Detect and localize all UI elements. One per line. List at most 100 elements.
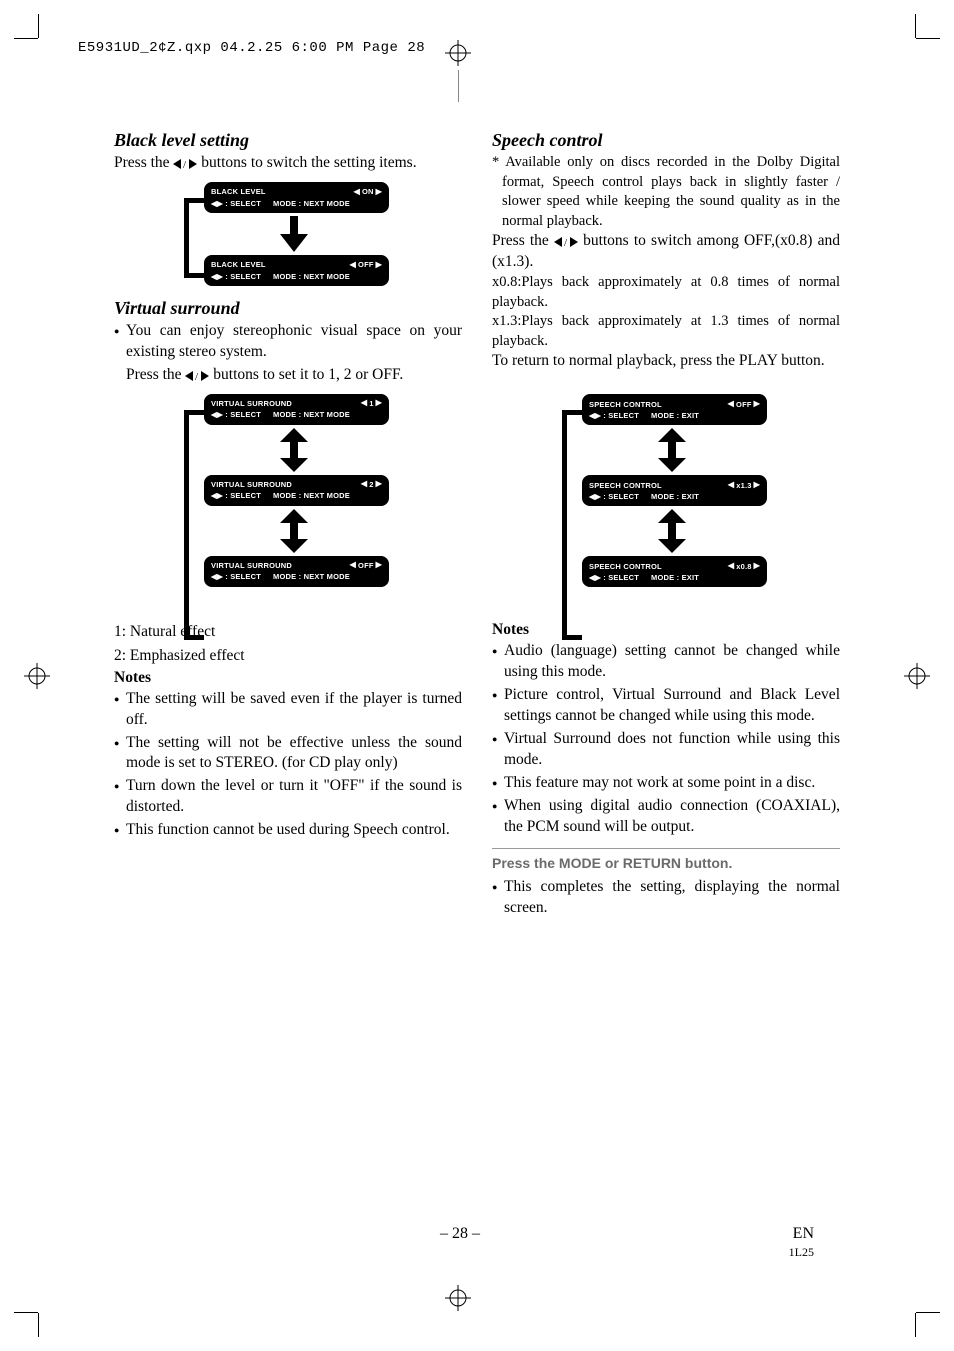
page-body: Black level setting Press the / buttons … (114, 130, 840, 921)
osd-value: 2 (369, 480, 373, 489)
svg-text:/: / (195, 371, 199, 381)
text: buttons to switch the setting items. (197, 154, 416, 171)
osd-virtual-surround-off: VIRTUAL SURROUND◀OFF▶ ◀▶ : SELECTMODE : … (204, 556, 389, 587)
page-number: – 28 – (440, 1225, 480, 1243)
arrow-up-down-icon (658, 509, 686, 553)
osd-hint: : SELECT (225, 572, 261, 581)
triangle-left-icon: ◀ (361, 399, 367, 407)
triangle-right-icon: ▶ (217, 572, 223, 581)
osd-speech-x08: SPEECH CONTROL◀x0.8▶ ◀▶ : SELECTMODE : E… (582, 556, 767, 587)
arrow-up-down-icon (658, 428, 686, 472)
print-header: E5931UD_2¢Z.qxp 04.2.25 6:00 PM Page 28 (78, 40, 425, 56)
triangle-left-icon: ◀ (728, 562, 734, 570)
left-right-arrow-icon: / (554, 237, 578, 247)
virtual-surround-notes: The setting will be saved even if the pl… (114, 689, 462, 841)
osd-hint: MODE : EXIT (651, 492, 699, 501)
osd-value: ON (362, 187, 374, 196)
heading-speech-control: Speech control (492, 130, 840, 151)
osd-title: SPEECH CONTROL (589, 400, 662, 409)
osd-hint: : SELECT (603, 573, 639, 582)
note-text: Audio (language) setting cannot be chang… (492, 641, 840, 683)
arrow-down-icon (280, 216, 308, 252)
osd-hint: : SELECT (225, 491, 261, 500)
osd-hint: MODE : EXIT (651, 573, 699, 582)
triangle-right-icon: ▶ (595, 411, 601, 420)
triangle-right-icon: ▶ (217, 491, 223, 500)
step-instruction: Press the MODE or RETURN button. (492, 855, 840, 871)
triangle-left-icon: ◀ (354, 188, 360, 196)
osd-title: VIRTUAL SURROUND (211, 399, 292, 408)
triangle-right-icon: ▶ (595, 492, 601, 501)
svg-text:/: / (564, 237, 568, 247)
page-code: 1L25 (789, 1245, 814, 1260)
text: Press the (126, 366, 185, 383)
page-language: EN (793, 1225, 814, 1243)
heading-black-level: Black level setting (114, 130, 462, 151)
right-column: Speech control * Available only on discs… (492, 130, 840, 921)
speech-x08-desc: x0.8:Plays back approximately at 0.8 tim… (492, 273, 840, 312)
speech-control-notes: Audio (language) setting cannot be chang… (492, 641, 840, 837)
osd-speech-x13: SPEECH CONTROL◀x1.3▶ ◀▶ : SELECTMODE : E… (582, 475, 767, 506)
crop-mark (38, 14, 39, 38)
note-text: The setting will not be effective unless… (114, 733, 462, 775)
registration-mark-icon (445, 40, 471, 66)
triangle-left-icon: ◀ (728, 481, 734, 489)
triangle-right-icon: ▶ (376, 480, 382, 488)
osd-virtual-surround-2: VIRTUAL SURROUND◀2▶ ◀▶ : SELECTMODE : NE… (204, 475, 389, 506)
speech-x13-desc: x1.3:Plays back approximately at 1.3 tim… (492, 312, 840, 351)
osd-hint: : SELECT (225, 199, 261, 208)
legend-1: 1: Natural effect (114, 623, 462, 641)
triangle-right-icon: ▶ (376, 561, 382, 569)
left-column: Black level setting Press the / buttons … (114, 130, 462, 921)
osd-value: OFF (358, 260, 374, 269)
osd-title: SPEECH CONTROL (589, 481, 662, 490)
fold-mark (458, 70, 459, 102)
text: Press the (492, 232, 554, 249)
osd-speech-off: SPEECH CONTROL◀OFF▶ ◀▶ : SELECTMODE : EX… (582, 394, 767, 425)
black-level-diagram: BLACK LEVEL◀ON▶ ◀▶ : SELECTMODE : NEXT M… (114, 174, 462, 298)
legend-2: 2: Emphasized effect (114, 647, 462, 665)
left-right-arrow-icon: / (185, 371, 209, 381)
triangle-right-icon: ▶ (217, 199, 223, 208)
osd-value: x1.3 (736, 481, 751, 490)
osd-hint: : SELECT (225, 272, 261, 281)
osd-title: VIRTUAL SURROUND (211, 480, 292, 489)
flow-loop-icon (562, 410, 582, 640)
crop-mark (14, 1312, 38, 1313)
separator (492, 848, 840, 850)
osd-value: OFF (358, 561, 374, 570)
virtual-surround-intro: You can enjoy stereophonic visual space … (114, 321, 462, 363)
triangle-right-icon: ▶ (217, 272, 223, 281)
crop-mark (915, 1313, 916, 1337)
osd-value: 1 (369, 399, 373, 408)
left-right-arrow-icon: / (173, 159, 197, 169)
osd-value: x0.8 (736, 562, 751, 571)
triangle-right-icon: ▶ (376, 261, 382, 269)
osd-hint: MODE : NEXT MODE (273, 199, 350, 208)
bullet-text: You can enjoy stereophonic visual space … (114, 321, 462, 363)
osd-hint: MODE : EXIT (651, 411, 699, 420)
note-text: Picture control, Virtual Surround and Bl… (492, 685, 840, 727)
osd-virtual-surround-1: VIRTUAL SURROUND◀1▶ ◀▶ : SELECTMODE : NE… (204, 394, 389, 425)
speech-return-desc: To return to normal playback, press the … (492, 351, 840, 372)
heading-virtual-surround: Virtual surround (114, 298, 462, 319)
osd-title: BLACK LEVEL (211, 187, 266, 196)
note-text: This completes the setting, displaying t… (492, 877, 840, 919)
crop-mark (14, 38, 38, 39)
crop-mark (915, 14, 916, 38)
triangle-right-icon: ▶ (376, 188, 382, 196)
flow-loop-icon (184, 198, 204, 278)
speech-control-instruction: Press the / buttons to switch among OFF,… (492, 231, 840, 273)
triangle-right-icon: ▶ (754, 400, 760, 408)
completion-note: This completes the setting, displaying t… (492, 877, 840, 919)
flow-loop-icon (184, 410, 204, 640)
registration-mark-icon (24, 663, 50, 689)
triangle-left-icon: ◀ (350, 261, 356, 269)
osd-title: BLACK LEVEL (211, 260, 266, 269)
triangle-left-icon: ◀ (350, 561, 356, 569)
svg-text:/: / (183, 159, 187, 169)
note-text: Virtual Surround does not function while… (492, 729, 840, 771)
arrow-up-down-icon (280, 509, 308, 553)
triangle-left-icon: ◀ (361, 480, 367, 488)
speech-control-footnote: * Available only on discs recorded in th… (492, 153, 840, 231)
